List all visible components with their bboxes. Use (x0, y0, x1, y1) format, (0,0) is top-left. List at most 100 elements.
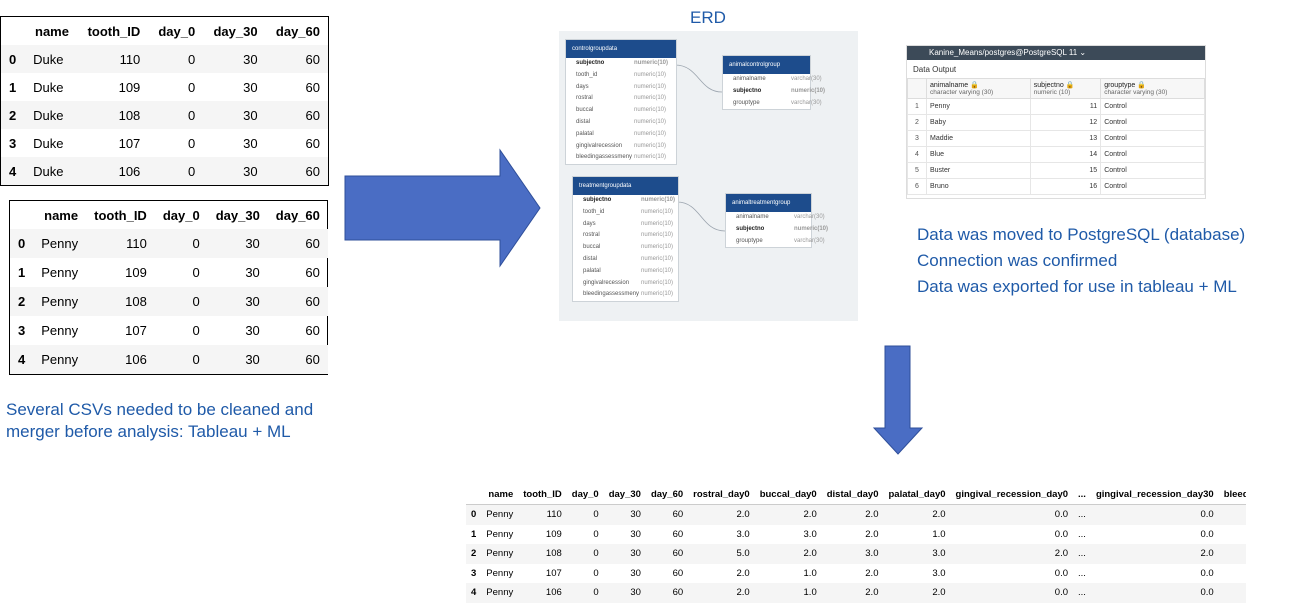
table-cell: 30 (243, 51, 258, 67)
field-type: numeric(10) (634, 95, 667, 102)
column-header[interactable]: animalname 🔒 character varying (30) (926, 78, 1031, 99)
column-header: day_0 (162, 207, 200, 223)
table-row: 4 Penny 106 0 30 60 2.0 1.0 2.0 2.0 0.0... 0.0 (466, 583, 1246, 603)
table-row: 0 Penny 110 0 30 60 (10, 229, 328, 258)
entity-animalcontrolgroup[interactable]: animalcontrolgroup animalname varchar(30)… (722, 55, 825, 111)
entity-field: subjectno numeric(10) (726, 224, 828, 236)
result-cell: 12 (1029, 114, 1102, 131)
data-output-tab[interactable]: Data Output (907, 60, 1205, 78)
table-cell: Penny (41, 265, 79, 280)
table-cell: 30 (245, 236, 260, 251)
result-row[interactable]: 2 Baby 12 Control (907, 114, 1205, 131)
table-cell: 3.0 (932, 567, 946, 579)
duke-dataframe: name tooth_ID day_0 day_30 day_60 0 Duke 1… (0, 16, 329, 186)
result-cell: 11 (1029, 98, 1102, 115)
column-header: day_60 (645, 484, 689, 505)
table-cell: 0 (187, 51, 196, 67)
column-header[interactable]: subjectno 🔒 numeric (10) (1029, 78, 1102, 99)
column-header: day_30 (213, 23, 258, 39)
table-cell: Duke (33, 163, 64, 179)
entity-treatmentgroupdata[interactable]: treatmentgroupdata subjectno numeric(10) t… (572, 176, 679, 303)
result-cell: 15 (1029, 162, 1102, 179)
result-row[interactable]: 4 Blue 14 Control (907, 146, 1205, 163)
table-cell: 110 (126, 236, 147, 251)
table-cell: 2.0 (865, 509, 879, 521)
entity-title: treatmentgroupdata (573, 177, 678, 195)
table-cell: 0 (187, 163, 196, 179)
entity-animaltreatmentgroup[interactable]: animaltreatmentgroup animalname varchar(3… (725, 193, 828, 249)
entity-field: subjectno numeric(10) (573, 195, 678, 207)
table-cell: 109 (545, 528, 562, 540)
entity-field: rostral numeric(10) (573, 230, 678, 242)
entity-title: controlgroupdata (566, 40, 676, 58)
table-cell: 0 (593, 567, 599, 579)
column-header[interactable]: grouptype 🔒 character varying (30) (1100, 78, 1205, 99)
row-number: 6 (907, 178, 927, 195)
table-row: 0 Duke 110 0 30 60 (1, 45, 328, 73)
entity-field: palatal numeric(10) (566, 129, 676, 141)
table-cell: 60 (305, 352, 320, 367)
table-cell: 0 (187, 135, 196, 151)
erd-diagram: controlgroupdata subjectno numeric(10) too… (559, 31, 858, 321)
table-cell: Duke (33, 107, 64, 123)
column-header: day_30 (215, 207, 260, 223)
table-cell: 0 (593, 509, 599, 521)
table-cell: 30 (630, 567, 641, 579)
erd-title: ERD (690, 8, 726, 27)
result-row[interactable]: 5 Buster 15 Control (907, 162, 1205, 179)
table-cell: 109 (125, 265, 147, 280)
result-cell: Baby (926, 114, 1031, 131)
pgadmin-data-output: Kanine_Means/postgres@PostgreSQL 11 ⌄ Da… (906, 45, 1206, 199)
entity-field: days numeric(10) (566, 82, 676, 94)
result-cell: Control (1100, 146, 1205, 163)
row-index: 3 (9, 135, 17, 151)
table-row: 3 Penny 107 0 30 60 2.0 1.0 2.0 3.0 0.0... 0.0 (466, 564, 1246, 584)
result-row[interactable]: 6 Bruno 16 Control (907, 178, 1205, 195)
result-cell: 16 (1029, 178, 1102, 195)
table-row: 1 Penny 109 0 30 60 3.0 3.0 2.0 1.0 0.0... 0.0 (466, 525, 1246, 545)
table-cell: ... (1078, 528, 1086, 540)
table-cell: 30 (245, 352, 260, 367)
entity-field: subjectno numeric(10) (723, 86, 825, 98)
entity-field: buccal numeric(10) (566, 105, 676, 117)
entity-field: days numeric(10) (573, 219, 678, 231)
field-type: numeric(10) (634, 107, 667, 114)
connection-bar[interactable]: Kanine_Means/postgres@PostgreSQL 11 ⌄ (907, 46, 1205, 60)
field-name: subjectno (736, 225, 765, 232)
column-header: tooth_ID (94, 207, 147, 223)
field-type: numeric(10) (641, 291, 674, 298)
table-cell: 2.0 (865, 528, 879, 540)
field-name: rostral (576, 95, 593, 102)
table-row: 4 Duke 106 0 30 60 (1, 157, 328, 185)
column-header: name (35, 23, 69, 39)
field-name: buccal (576, 107, 594, 114)
caption-line: Several CSVs needed to be cleaned and (6, 400, 314, 419)
result-cell: Control (1100, 114, 1205, 131)
entity-title: animalcontrolgroup (723, 56, 810, 74)
column-header: day_60 (275, 23, 320, 39)
table-cell: 0.0 (1200, 587, 1214, 599)
row-index: 4 (471, 587, 477, 599)
field-type: numeric(10) (641, 220, 674, 227)
table-cell: 30 (243, 163, 258, 179)
table-cell: 1.0 (803, 567, 817, 579)
field-name: animalname (733, 76, 766, 82)
table-cell (1219, 525, 1246, 545)
column-header (466, 484, 482, 505)
field-name: days (583, 220, 596, 227)
row-index: 0 (18, 236, 26, 251)
entity-field: distal numeric(10) (573, 254, 678, 266)
column-type: character varying (30) (1104, 89, 1168, 96)
table-cell: 2.0 (865, 587, 879, 599)
row-index: 1 (18, 265, 26, 280)
column-header: buccal_day0 (754, 484, 822, 505)
row-number-header (907, 78, 927, 99)
entity-controlgroupdata[interactable]: controlgroupdata subjectno numeric(10) too… (565, 39, 677, 166)
result-row[interactable]: 1 Penny 11 Control (907, 98, 1205, 115)
table-cell: 106 (545, 587, 562, 599)
result-row[interactable]: 3 Maddie 13 Control (907, 130, 1205, 147)
table-cell: 0 (192, 323, 200, 338)
table-cell: Penny (41, 294, 79, 309)
table-cell: 60 (305, 163, 320, 179)
column-header (10, 201, 33, 229)
